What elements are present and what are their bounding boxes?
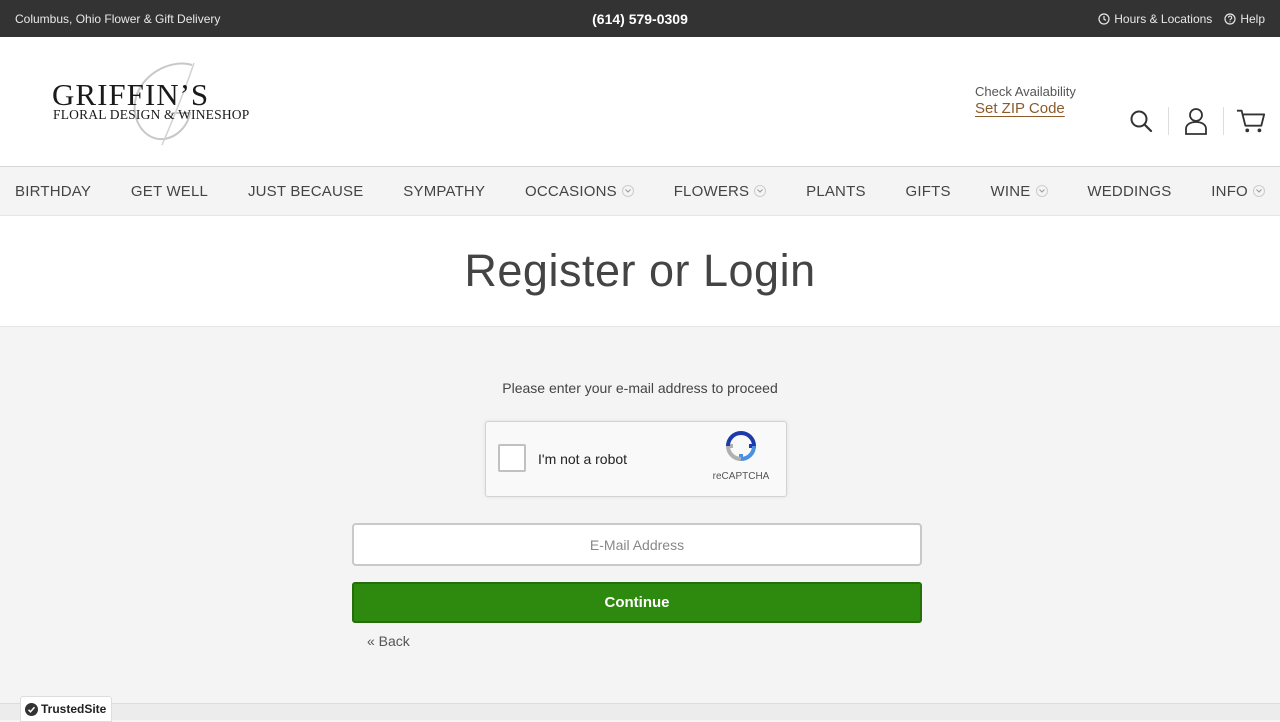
nav-item-get-well[interactable]: GET WELL bbox=[131, 183, 208, 200]
clock-icon bbox=[1098, 12, 1110, 25]
nav-item-birthday[interactable]: BIRTHDAY bbox=[15, 183, 91, 200]
nav-item-just-because[interactable]: JUST BECAUSE bbox=[248, 183, 364, 200]
chevron-down-icon bbox=[754, 185, 767, 197]
help-label: Help bbox=[1240, 11, 1265, 26]
icon-divider bbox=[1168, 107, 1169, 135]
cart-icon[interactable] bbox=[1236, 106, 1266, 136]
continue-button[interactable]: Continue bbox=[352, 582, 922, 623]
nav-item-label: JUST BECAUSE bbox=[247, 182, 364, 200]
recaptcha-logo[interactable]: reCAPTCHA bbox=[706, 430, 776, 482]
icon-divider bbox=[1223, 107, 1224, 135]
back-link[interactable]: « Back bbox=[367, 633, 410, 649]
nav-item-label: GET WELL bbox=[130, 182, 209, 200]
trustedsite-badge[interactable]: TrustedSite bbox=[20, 696, 112, 722]
nav-item-weddings[interactable]: WEDDINGS bbox=[1087, 183, 1171, 200]
page-title-band: Register or Login bbox=[0, 216, 1280, 327]
recaptcha-widget: I'm not a robot reCAPTCHA bbox=[485, 421, 787, 497]
help-icon bbox=[1224, 12, 1236, 25]
topbar-tagline: Columbus, Ohio Flower & Gift Delivery bbox=[15, 11, 221, 26]
logo-brand-text: GRIFFIN’S bbox=[52, 77, 210, 112]
recaptcha-icon bbox=[725, 431, 757, 462]
nav-item-label: WEDDINGS bbox=[1087, 182, 1172, 200]
topbar-links: Hours & Locations Help bbox=[1098, 12, 1265, 26]
nav-item-label: GIFTS bbox=[905, 182, 951, 200]
nav-item-label: INFO bbox=[1211, 182, 1248, 200]
site-logo[interactable]: GRIFFIN’S FLORAL DESIGN & WINESHOP bbox=[52, 57, 272, 149]
nav-item-info[interactable]: INFO bbox=[1211, 183, 1265, 200]
nav-item-plants[interactable]: PLANTS bbox=[806, 183, 866, 200]
nav-item-label: OCCASIONS bbox=[525, 182, 617, 200]
footer-edge bbox=[0, 703, 1280, 720]
set-zip-link[interactable]: Set ZIP Code bbox=[975, 100, 1076, 119]
trustedsite-label: TrustedSite bbox=[41, 702, 107, 716]
chevron-down-icon bbox=[1252, 185, 1265, 197]
recaptcha-checkbox[interactable] bbox=[498, 444, 526, 472]
nav-item-sympathy[interactable]: SYMPATHY bbox=[403, 183, 485, 200]
recaptcha-label: I'm not a robot bbox=[538, 451, 628, 467]
zip-availability[interactable]: Check Availability Set ZIP Code bbox=[975, 84, 1076, 119]
nav-item-wine[interactable]: WINE bbox=[991, 183, 1048, 200]
site-header: GRIFFIN’S FLORAL DESIGN & WINESHOP Check… bbox=[0, 37, 1280, 167]
recaptcha-brand: reCAPTCHA bbox=[712, 471, 770, 482]
nav-item-label: BIRTHDAY bbox=[15, 182, 92, 200]
hours-locations-link[interactable]: Hours & Locations bbox=[1098, 12, 1212, 26]
chevron-down-icon bbox=[621, 185, 634, 197]
nav-item-occasions[interactable]: OCCASIONS bbox=[525, 183, 634, 200]
page-title: Register or Login bbox=[464, 245, 816, 296]
search-icon[interactable] bbox=[1126, 106, 1156, 136]
email-prompt: Please enter your e-mail address to proc… bbox=[502, 380, 778, 396]
account-icon[interactable] bbox=[1181, 106, 1211, 136]
nav-item-label: FLOWERS bbox=[673, 182, 750, 200]
nav-item-label: PLANTS bbox=[806, 182, 866, 200]
email-input[interactable] bbox=[352, 523, 922, 566]
nav-item-label: SYMPATHY bbox=[403, 182, 486, 200]
phone-link[interactable]: (614) 579-0309 bbox=[592, 11, 688, 27]
nav-item-gifts[interactable]: GIFTS bbox=[906, 183, 951, 200]
header-icons bbox=[1126, 106, 1266, 136]
chevron-down-icon bbox=[1035, 185, 1048, 197]
hours-locations-label: Hours & Locations bbox=[1114, 11, 1213, 26]
help-link[interactable]: Help bbox=[1224, 12, 1265, 26]
login-content: Please enter your e-mail address to proc… bbox=[0, 327, 1280, 702]
logo-tagline-text: FLORAL DESIGN & WINESHOP bbox=[53, 107, 250, 122]
nav-item-flowers[interactable]: FLOWERS bbox=[674, 183, 767, 200]
top-bar: Columbus, Ohio Flower & Gift Delivery (6… bbox=[0, 0, 1280, 37]
check-icon bbox=[25, 702, 38, 716]
zip-label: Check Availability bbox=[975, 84, 1076, 99]
nav-item-label: WINE bbox=[990, 182, 1031, 200]
main-nav: BIRTHDAY GET WELL JUST BECAUSE SYMPATHY OCCA… bbox=[0, 167, 1280, 216]
